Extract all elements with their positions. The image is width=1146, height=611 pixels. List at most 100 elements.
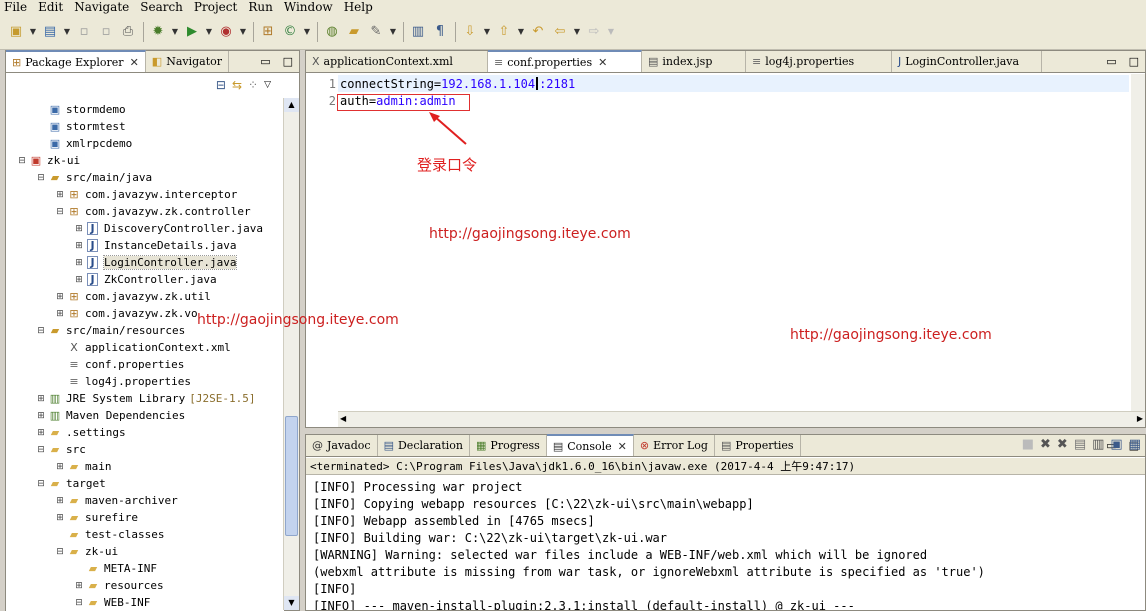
editor-vertical-scrollbar[interactable]: [1131, 74, 1145, 411]
tree-item[interactable]: ⊟ ▰ WEB-INF: [6, 594, 284, 611]
external-tools-dropdown-icon[interactable]: ▼: [238, 22, 248, 42]
show-whitespace-icon[interactable]: ¶: [430, 22, 450, 42]
new-project-icon[interactable]: ▤: [40, 22, 60, 42]
previous-annotation-icon[interactable]: ⇧: [494, 22, 514, 42]
tree-item[interactable]: ⊞ ▥ Maven Dependencies: [6, 407, 284, 424]
debug-icon[interactable]: ✹: [148, 22, 168, 42]
collapse-icon[interactable]: ⊟: [73, 598, 85, 608]
tab-declaration[interactable]: ▤ Declaration: [378, 435, 471, 456]
clear-console-icon[interactable]: ▤: [1074, 437, 1086, 452]
tree-item[interactable]: ⊞ ▰ surefire: [6, 509, 284, 526]
expand-icon[interactable]: ⊞: [54, 292, 66, 302]
toggle-markers-icon[interactable]: ▥: [408, 22, 428, 42]
save-icon[interactable]: ▫: [74, 22, 94, 42]
tree-item[interactable]: ⊞ J InstanceDetails.java: [6, 237, 284, 254]
new-class-dropdown-icon[interactable]: ▼: [302, 22, 312, 42]
tab-package-explorer[interactable]: ⊞ Package Explorer ✕: [6, 50, 146, 72]
run-dropdown-icon[interactable]: ▼: [204, 22, 214, 42]
tree-item[interactable]: ⊞ ⊞ com.javazyw.interceptor: [6, 186, 284, 203]
scroll-down-icon[interactable]: ▼: [284, 596, 299, 610]
external-tools-icon[interactable]: ◉: [216, 22, 236, 42]
open-folder-icon[interactable]: ▰: [344, 22, 364, 42]
maximize-icon[interactable]: □: [277, 51, 299, 72]
console-output[interactable]: [INFO] Processing war project [INFO] Copy…: [306, 476, 1145, 610]
tab-console[interactable]: ▤ Console ✕: [546, 434, 634, 456]
new-project-dropdown-icon[interactable]: ▼: [62, 22, 72, 42]
close-icon[interactable]: ✕: [598, 56, 607, 69]
search-dropdown-icon[interactable]: ▼: [388, 22, 398, 42]
tab-error-log[interactable]: ⊗ Error Log: [634, 435, 715, 456]
terminate-icon[interactable]: ■: [1022, 437, 1034, 452]
scroll-lock-icon[interactable]: ▥: [1092, 437, 1104, 452]
maximize-icon[interactable]: □: [1123, 51, 1145, 72]
tree-item[interactable]: ⊞ ▥ JRE System Library [J2SE-1.5]: [6, 390, 284, 407]
menu-window[interactable]: Window: [279, 0, 339, 14]
tree-item[interactable]: ≡ conf.properties: [6, 356, 284, 373]
remove-all-launches-icon[interactable]: ✖: [1057, 437, 1068, 452]
previous-annotation-dropdown-icon[interactable]: ▼: [516, 22, 526, 42]
tree-item[interactable]: ▣ xmlrpcdemo: [6, 135, 284, 152]
new-icon[interactable]: ▣: [6, 22, 26, 42]
tab-javadoc[interactable]: @ Javadoc: [306, 435, 378, 456]
expand-icon[interactable]: ⊞: [35, 411, 47, 421]
tree-item[interactable]: ▣ stormtest: [6, 118, 284, 135]
tree-item[interactable]: ⊞ J DiscoveryController.java: [6, 220, 284, 237]
collapse-icon[interactable]: ⊟: [35, 173, 47, 183]
tree-item[interactable]: ⊞ ▰ maven-archiver: [6, 492, 284, 509]
menu-file[interactable]: File: [0, 0, 33, 14]
tab-logincontroller-java[interactable]: J LoginController.java: [892, 51, 1042, 72]
tree-item[interactable]: XapplicationContext.xml: [6, 339, 284, 356]
view-menu-icon[interactable]: ⁘: [248, 78, 258, 92]
tab-conf-properties[interactable]: ≡ conf.properties ✕: [488, 50, 642, 72]
last-edit-location-icon[interactable]: ↶: [528, 22, 548, 42]
tree-item[interactable]: ⊟ ▰ zk-ui: [6, 543, 284, 560]
next-annotation-icon[interactable]: ⇩: [460, 22, 480, 42]
remove-launch-icon[interactable]: ✖: [1040, 437, 1051, 452]
tab-log4j-properties[interactable]: ≡ log4j.properties: [746, 51, 892, 72]
forward-dropdown-icon[interactable]: ▼: [606, 22, 616, 42]
tree-item[interactable]: ⊞ ▰ main: [6, 458, 284, 475]
expand-icon[interactable]: ⊞: [54, 496, 66, 506]
editor-text-area[interactable]: 1 2 connectString=192.168.1.104:2181 aut…: [306, 74, 1145, 411]
menu-run[interactable]: Run: [243, 0, 279, 14]
tree-item[interactable]: ⊞ J ZkController.java: [6, 271, 284, 288]
tree-item[interactable]: ⊞ ▰ .settings: [6, 424, 284, 441]
scroll-up-icon[interactable]: ▲: [284, 98, 299, 112]
expand-icon[interactable]: ⊞: [73, 258, 85, 268]
menu-navigate[interactable]: Navigate: [69, 0, 135, 14]
scrollbar-thumb[interactable]: [285, 416, 298, 536]
tree-item[interactable]: ⊟ ⊞ com.javazyw.zk.controller: [6, 203, 284, 220]
tree-item[interactable]: ⊟ ▰ src/main/java: [6, 169, 284, 186]
tree-item[interactable]: ≡ log4j.properties: [6, 373, 284, 390]
next-annotation-dropdown-icon[interactable]: ▼: [482, 22, 492, 42]
expand-icon[interactable]: ⊞: [73, 275, 85, 285]
new-java-class-icon[interactable]: ©: [280, 22, 300, 42]
collapse-icon[interactable]: ⊟: [54, 207, 66, 217]
tree-item[interactable]: ⊟ ▰ target: [6, 475, 284, 492]
minimize-icon[interactable]: ▭: [1100, 51, 1122, 72]
pin-console-icon[interactable]: ▣: [1110, 437, 1122, 452]
editor-horizontal-scrollbar[interactable]: ◀ ▶: [338, 411, 1145, 427]
new-dropdown-icon[interactable]: ▼: [28, 22, 38, 42]
package-explorer-scrollbar[interactable]: ▲ ▼: [283, 98, 299, 610]
open-type-icon[interactable]: ◍: [322, 22, 342, 42]
scroll-right-icon[interactable]: ▶: [1137, 414, 1143, 423]
tab-properties[interactable]: ▤ Properties: [715, 435, 801, 456]
menu-help[interactable]: Help: [339, 0, 379, 14]
menu-edit[interactable]: Edit: [33, 0, 69, 14]
tab-index-jsp[interactable]: ▤ index.jsp: [642, 51, 746, 72]
menu-search[interactable]: Search: [135, 0, 189, 14]
tree-item[interactable]: ⊟ ▰ src: [6, 441, 284, 458]
debug-dropdown-icon[interactable]: ▼: [170, 22, 180, 42]
print-icon[interactable]: ⎙: [118, 22, 138, 42]
search-icon[interactable]: ✎: [366, 22, 386, 42]
collapse-icon[interactable]: ⊟: [35, 445, 47, 455]
collapse-icon[interactable]: ⊟: [35, 326, 47, 336]
tree-item[interactable]: ⊞ ▰ resources: [6, 577, 284, 594]
link-with-editor-icon[interactable]: ⇆: [232, 78, 242, 92]
collapse-icon[interactable]: ⊟: [35, 479, 47, 489]
run-icon[interactable]: ▶: [182, 22, 202, 42]
expand-icon[interactable]: ⊞: [54, 462, 66, 472]
close-icon[interactable]: ✕: [618, 440, 627, 453]
view-menu-dropdown-icon[interactable]: ▽: [264, 80, 271, 90]
